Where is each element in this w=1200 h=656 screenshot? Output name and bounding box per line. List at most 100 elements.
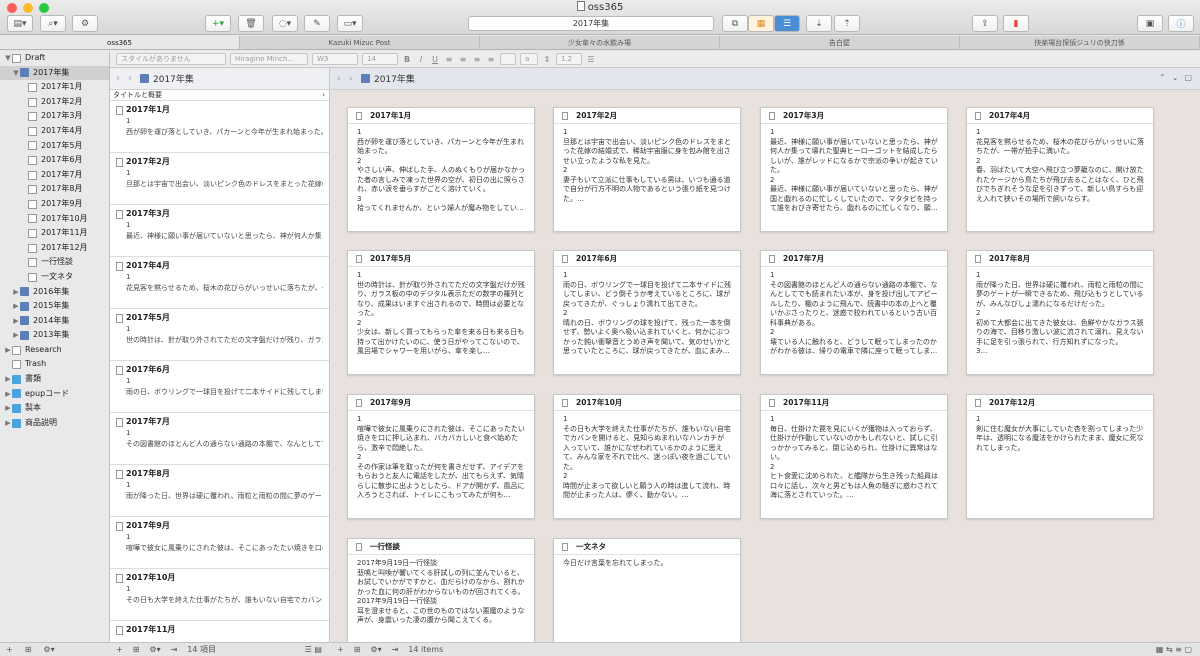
font-weight-select[interactable]: W3 bbox=[312, 53, 358, 65]
share-button[interactable]: ⇪ bbox=[972, 15, 998, 32]
gear-icon[interactable]: ⚙▾ bbox=[149, 645, 160, 654]
goto-icon[interactable]: ⇥ bbox=[171, 645, 178, 654]
font-size-select[interactable]: 14 bbox=[362, 53, 398, 65]
sort-down-button[interactable]: ⇣ bbox=[806, 15, 832, 32]
binder-item-2016[interactable]: ▶ 2016年集 bbox=[0, 285, 109, 300]
highlight-select[interactable]: a bbox=[520, 53, 538, 65]
list-item[interactable]: 2017年2月1旦那とは宇宙で出会い、淡いピンク色のドレスをまとった花嫁の結婚式… bbox=[110, 153, 329, 205]
gear-icon[interactable]: ⚙▾ bbox=[370, 645, 381, 654]
binder-item-doc[interactable]: 2017年9月 bbox=[0, 197, 109, 212]
project-search-field[interactable]: 2017年集 bbox=[468, 16, 714, 31]
binder-item-doc[interactable]: 2017年7月 bbox=[0, 168, 109, 183]
disclosure-triangle-icon[interactable]: ▶ bbox=[12, 299, 20, 314]
tab-kairaku[interactable]: 快楽場台探偵ジュリの快刀係 bbox=[960, 36, 1200, 49]
add-icon[interactable]: + bbox=[6, 645, 13, 654]
delete-button[interactable]: 🗑 bbox=[238, 15, 264, 32]
align-center-icon[interactable]: ≡ bbox=[458, 55, 468, 64]
index-card[interactable]: 一文ネタ 今日だけ言葉を忘れてしまった。 bbox=[553, 538, 741, 642]
chevron-up-icon[interactable]: ⌃ bbox=[1159, 73, 1166, 82]
binder-toggle-button[interactable]: ▤▾ bbox=[7, 15, 33, 32]
disclosure-triangle-icon[interactable]: ▶ bbox=[4, 416, 12, 431]
line-spacing-select[interactable]: 1.2 bbox=[556, 53, 582, 65]
sort-up-button[interactable]: ⇡ bbox=[834, 15, 860, 32]
binder-item-doc[interactable]: 2017年8月 bbox=[0, 182, 109, 197]
tab-kokuhaku[interactable]: 告白壁 bbox=[720, 36, 960, 49]
binder-item-doc[interactable]: 2017年10月 bbox=[0, 212, 109, 227]
binder-item-folder[interactable]: ▶ 商品説明 bbox=[0, 416, 109, 431]
binder-item-doc[interactable]: 2017年12月 bbox=[0, 241, 109, 256]
card-layout-icons[interactable]: ▦ ⇆ ≡ ▢ bbox=[1156, 645, 1192, 654]
binder-item-research[interactable]: ▶ Research bbox=[0, 343, 109, 358]
outliner-view-button[interactable]: ☰ bbox=[774, 15, 800, 32]
add-button[interactable]: +▾ bbox=[205, 15, 231, 32]
list-item[interactable]: 2017年1月 1 西が卵を運び落としていき、パカーンと今年が生まれ始まった。 bbox=[110, 101, 329, 153]
disclosure-triangle-icon[interactable]: ▼ bbox=[12, 66, 20, 81]
tab-kazuki-post[interactable]: Kazuki Mizuc Post bbox=[240, 36, 480, 49]
bold-button[interactable]: B bbox=[402, 55, 412, 64]
index-card[interactable]: 2017年11月 1 毎日、仕掛けた罠を見にいくが獲物は入っておらず、仕掛けが作動… bbox=[760, 394, 948, 519]
binder-item-folder[interactable]: ▶ 製本 bbox=[0, 401, 109, 416]
compose-button[interactable]: ▣ bbox=[1137, 15, 1163, 32]
forward-arrow-icon[interactable]: › bbox=[128, 73, 140, 84]
binder-item-doc[interactable]: 2017年1月 bbox=[0, 80, 109, 95]
list-item[interactable]: 2017年5月1世の時計は、針が取り外されてただの文字盤だけが残り、ガラス板の中… bbox=[110, 309, 329, 361]
list-item[interactable]: 2017年10月1その日も大学を終えた仕事がたちが、誰もいない自宅でカバンを開け… bbox=[110, 569, 329, 621]
disclosure-triangle-icon[interactable]: ▶ bbox=[4, 401, 12, 416]
goto-icon[interactable]: ⇥ bbox=[392, 645, 399, 654]
index-card[interactable]: 2017年6月 1 雨の日、ボウリングで一球目を投げて二本サイドに残してしまい、ど… bbox=[553, 250, 741, 375]
forward-arrow-icon[interactable]: › bbox=[349, 74, 361, 84]
inspector-button[interactable]: ⓘ bbox=[1168, 15, 1194, 32]
disclosure-triangle-icon[interactable]: ▶ bbox=[4, 387, 12, 402]
disclosure-triangle-icon[interactable]: ▶ bbox=[12, 285, 20, 300]
binder-item-folder[interactable]: ▶ epupコード bbox=[0, 387, 109, 402]
add-folder-icon[interactable]: ⊞ bbox=[25, 645, 32, 654]
binder-item-doc[interactable]: 2017年5月 bbox=[0, 139, 109, 154]
italic-button[interactable]: I bbox=[416, 55, 426, 64]
binder-item-doc[interactable]: 一行怪談 bbox=[0, 255, 109, 270]
back-arrow-icon[interactable]: ‹ bbox=[337, 74, 349, 84]
binder-item-2015[interactable]: ▶ 2015年集 bbox=[0, 299, 109, 314]
justify-icon[interactable]: ≡ bbox=[486, 55, 496, 64]
underline-button[interactable]: U bbox=[430, 55, 440, 64]
binder-item-doc[interactable]: 2017年11月 bbox=[0, 226, 109, 241]
font-family-select[interactable]: Hiragino Minch... bbox=[230, 53, 308, 65]
binder-item-doc[interactable]: 一文ネタ bbox=[0, 270, 109, 285]
index-card[interactable]: 2017年3月 1 最近、神様に願い事が届いていないと思ったら、神が何人か集って壊… bbox=[760, 107, 948, 232]
quick-search-button[interactable]: ⌕▾ bbox=[40, 15, 66, 32]
disclosure-triangle-icon[interactable]: ▼ bbox=[4, 51, 12, 66]
index-card[interactable]: 2017年2月 1 旦那とは宇宙で出会い、淡いピンク色のドレスをまとった花嫁の結婚… bbox=[553, 107, 741, 232]
list-item[interactable]: 2017年7月1その図書館のほとんど人の通らない通路の本棚で、なんとしてでも読ま… bbox=[110, 413, 329, 465]
tab-oss365[interactable]: oss365 bbox=[0, 36, 240, 49]
text-color-select[interactable] bbox=[500, 53, 516, 65]
disclosure-triangle-icon[interactable]: ▶ bbox=[4, 343, 12, 358]
list-item[interactable]: 2017年8月1雨が降った日、世界は硬に覆われ、雨粒と雨粒の間に夢のゲートが一瞬… bbox=[110, 465, 329, 517]
chevron-down-icon[interactable]: ⌄ bbox=[1172, 73, 1179, 82]
list-item[interactable]: 2017年4月1花見客を黙らせるため、桜木の花びらがいっせいに落ちたが、一帯が拍… bbox=[110, 257, 329, 309]
disclosure-triangle-icon[interactable]: ▶ bbox=[12, 328, 20, 343]
index-card[interactable]: 2017年4月 1 花見客を黙らせるため、桜木の花びらがいっせいに落ちたが、一帯が… bbox=[966, 107, 1154, 232]
disclosure-triangle-icon[interactable]: ▶ bbox=[4, 372, 12, 387]
split-view-icon[interactable]: ▢ bbox=[1184, 73, 1192, 82]
index-card[interactable]: 2017年9月 1 喧嘩で彼女に風乗りにされた彼は、そこにあったたい焼きを口に押し… bbox=[347, 394, 535, 519]
binder-item-folder[interactable]: ▶ 書類 bbox=[0, 372, 109, 387]
add-folder-icon[interactable]: ⊞ bbox=[354, 645, 361, 654]
binder-item-doc[interactable]: 2017年2月 bbox=[0, 95, 109, 110]
binder-item-doc[interactable]: 2017年4月 bbox=[0, 124, 109, 139]
list-item[interactable]: 2017年9月1喧嘩で彼女に風乗りにされた彼は、そこにあったたい焼きを口に押し込… bbox=[110, 517, 329, 569]
list-item[interactable]: 2017年11月 bbox=[110, 621, 329, 642]
scrivenings-button[interactable]: ⧉ bbox=[722, 15, 748, 32]
label-button[interactable]: ◌▾ bbox=[272, 15, 298, 32]
bookmark-button[interactable]: ▮ bbox=[1003, 15, 1029, 32]
index-card[interactable]: 2017年7月 1 その図書館のほとんど人の通らない通路の本棚で、なんとしてでも読… bbox=[760, 250, 948, 375]
binder-item-2017[interactable]: ▼ 2017年集 bbox=[0, 65, 109, 81]
disclosure-triangle-icon[interactable]: ▶ bbox=[12, 314, 20, 329]
style-select[interactable]: スタイルがありません bbox=[116, 53, 226, 65]
index-card[interactable]: 2017年8月 1 雨が降った日、世界は硬に覆われ、雨粒と雨粒の間に夢のゲートが一… bbox=[966, 250, 1154, 375]
tab-shoujo[interactable]: 少女傘々の水飲み場 bbox=[480, 36, 720, 49]
align-left-icon[interactable]: ≡ bbox=[444, 55, 454, 64]
list-item[interactable]: 2017年6月1雨の日、ボウリングで一球目を投げて二本サイドに残してしまい、どう… bbox=[110, 361, 329, 413]
settings-button[interactable]: ⚙ bbox=[72, 15, 98, 32]
binder-item-trash[interactable]: Trash bbox=[0, 357, 109, 372]
list-item[interactable]: 2017年3月 1 最近、神様に願い事が届いていないと思ったら、神が何人か集って bbox=[110, 205, 329, 257]
back-arrow-icon[interactable]: ‹ bbox=[116, 73, 128, 84]
